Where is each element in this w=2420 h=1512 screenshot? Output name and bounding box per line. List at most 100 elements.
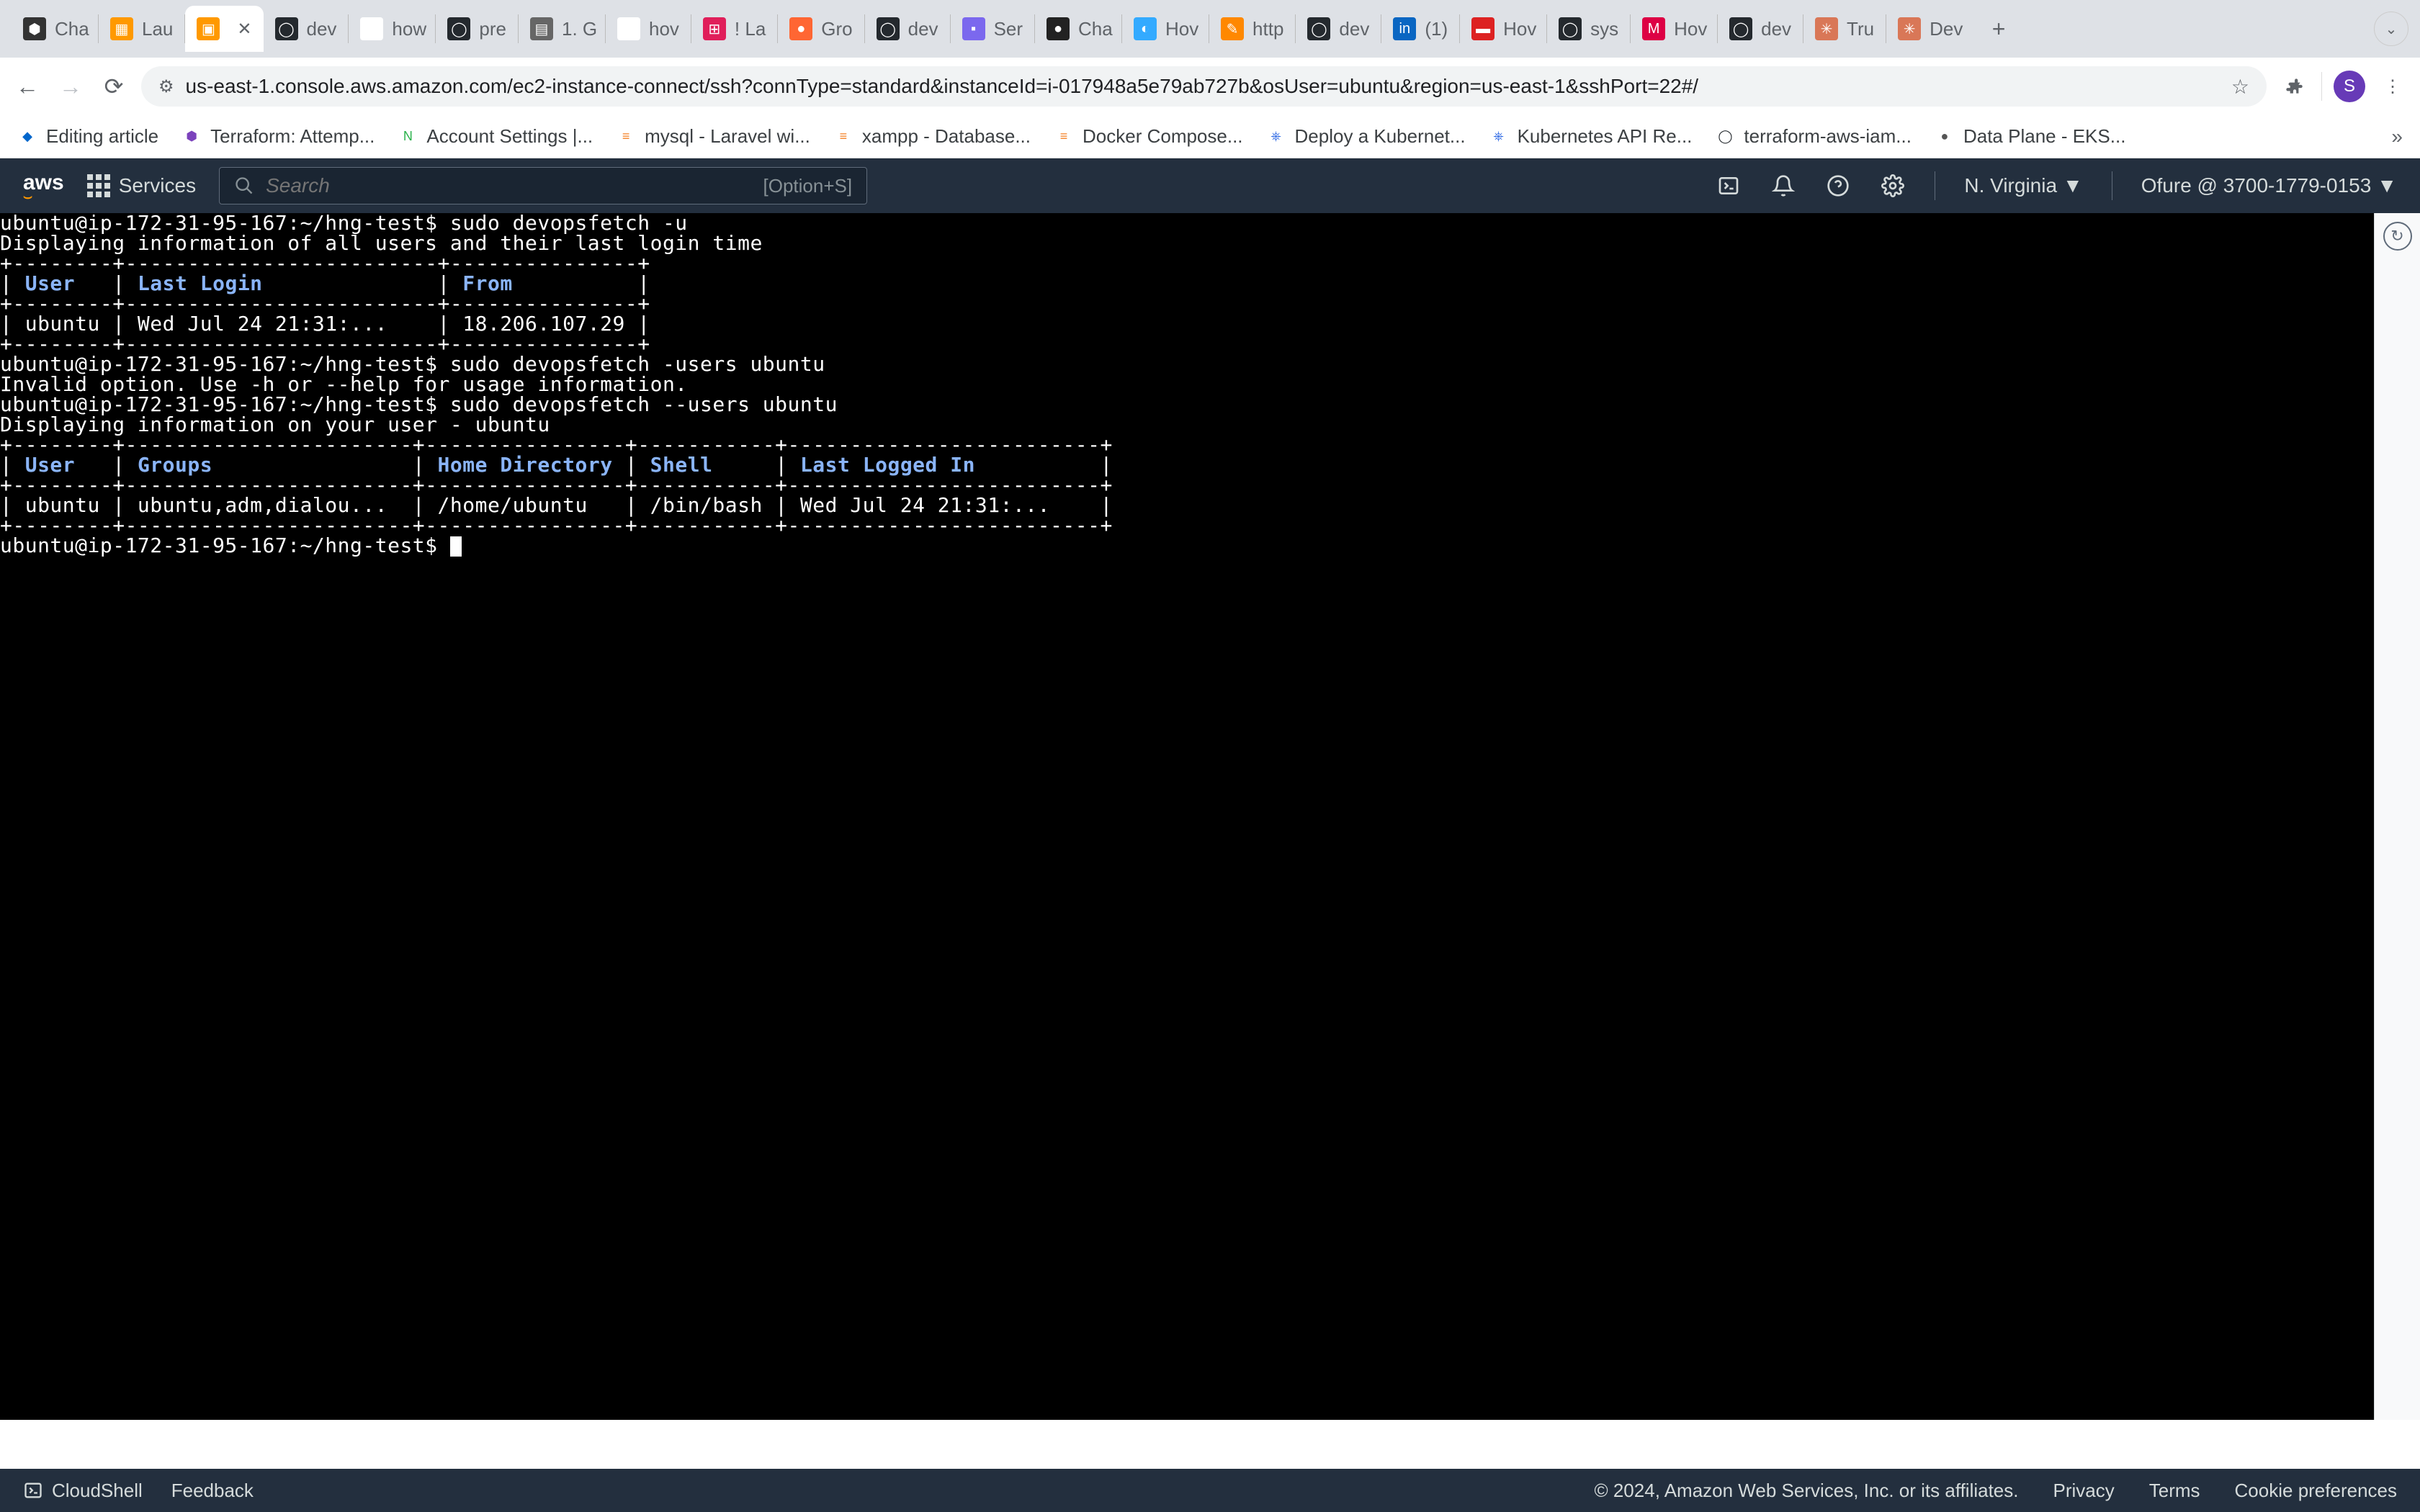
bookmark-item[interactable]: ◆Editing article bbox=[17, 125, 158, 148]
browser-tab[interactable]: ✳Dev bbox=[1886, 6, 1973, 52]
browser-tab[interactable]: ▣✕ bbox=[185, 6, 263, 52]
bookmark-item[interactable]: ≡mysql - Laravel wi... bbox=[616, 125, 810, 148]
bookmark-item[interactable]: N Account Settings |... bbox=[398, 125, 593, 148]
tab-title: hov bbox=[649, 18, 679, 40]
account-selector[interactable]: Ofure @ 3700-1779-0153 ▼ bbox=[2141, 174, 2397, 197]
bookmarks-overflow-icon[interactable]: » bbox=[2391, 125, 2403, 148]
tab-title: ! La bbox=[735, 18, 766, 40]
back-button[interactable]: ← bbox=[12, 71, 43, 102]
settings-icon[interactable] bbox=[1880, 173, 1906, 199]
feedback-link[interactable]: Feedback bbox=[171, 1480, 254, 1502]
bookmark-item[interactable]: ⬢Terraform: Attemp... bbox=[182, 125, 375, 148]
bookmark-item[interactable]: ≡xampp - Database... bbox=[833, 125, 1031, 148]
close-icon[interactable]: ✕ bbox=[237, 19, 251, 40]
bookmark-label: Docker Compose... bbox=[1083, 125, 1243, 148]
bookmark-label: Data Plane - EKS... bbox=[1963, 125, 2125, 148]
forward-button[interactable]: → bbox=[55, 71, 86, 102]
tab-favicon: ◯ bbox=[447, 17, 470, 40]
tab-favicon: ⊞ bbox=[703, 17, 726, 40]
tab-favicon: ▦ bbox=[110, 17, 133, 40]
bookmark-item[interactable]: ●Data Plane - EKS... bbox=[1935, 125, 2125, 148]
tab-favicon: ◯ bbox=[1729, 17, 1752, 40]
terms-link[interactable]: Terms bbox=[2149, 1480, 2200, 1502]
cloudshell-button[interactable]: CloudShell bbox=[23, 1480, 143, 1502]
aws-logo[interactable]: aws ⌣ bbox=[23, 171, 64, 201]
terminal-prompt-line: ubuntu@ip-172-31-95-167:~/hng-test$ bbox=[0, 536, 2374, 557]
tab-favicon: ✳ bbox=[1815, 17, 1838, 40]
help-icon[interactable] bbox=[1825, 173, 1851, 199]
reload-button[interactable]: ⟳ bbox=[98, 71, 130, 102]
new-tab-button[interactable]: + bbox=[1981, 12, 2016, 46]
profile-avatar[interactable]: S bbox=[2334, 71, 2365, 102]
url-text: us-east-1.console.aws.amazon.com/ec2-ins… bbox=[186, 75, 2220, 98]
bookmark-item[interactable]: ≡Docker Compose... bbox=[1054, 125, 1243, 148]
browser-tab[interactable]: ◯dev bbox=[865, 6, 950, 52]
browser-tab[interactable]: ◯ pre bbox=[436, 6, 518, 52]
browser-tab[interactable]: ✳ Tru bbox=[1803, 6, 1886, 52]
tab-favicon: ▪ bbox=[962, 17, 985, 40]
notifications-icon[interactable] bbox=[1770, 173, 1796, 199]
terminal-line: | User | Last Login | From | bbox=[0, 274, 2374, 294]
tab-title: dev bbox=[307, 18, 337, 40]
address-bar: ← → ⟳ ⚙ us-east-1.console.aws.amazon.com… bbox=[0, 58, 2420, 115]
browser-tab[interactable]: ▤1. G bbox=[519, 6, 605, 52]
browser-tab[interactable]: ◯dev bbox=[1718, 6, 1803, 52]
site-info-icon[interactable]: ⚙ bbox=[158, 76, 174, 97]
browser-tab[interactable]: ⊞ ! La bbox=[691, 6, 777, 52]
bookmark-label: xampp - Database... bbox=[862, 125, 1031, 148]
tab-title: pre bbox=[479, 18, 506, 40]
tab-title: Tru bbox=[1847, 18, 1874, 40]
url-input[interactable]: ⚙ us-east-1.console.aws.amazon.com/ec2-i… bbox=[141, 66, 2267, 107]
tab-favicon: ✳ bbox=[1898, 17, 1921, 40]
tab-title: Gro bbox=[821, 18, 852, 40]
services-grid-icon bbox=[87, 174, 110, 197]
tab-favicon: ● bbox=[1047, 17, 1070, 40]
aws-search-box[interactable]: [Option+S] bbox=[219, 167, 867, 204]
terminal-separator-line: +--------+-----------------------+------… bbox=[0, 475, 2374, 495]
bookmark-item[interactable]: ◯terraform-aws-iam... bbox=[1715, 125, 1912, 148]
terminal-prompt-line: ubuntu@ip-172-31-95-167:~/hng-test$ sudo… bbox=[0, 213, 2374, 233]
chrome-menu-icon[interactable]: ⋮ bbox=[2377, 71, 2408, 102]
browser-tab[interactable]: MHov bbox=[1631, 6, 1717, 52]
extensions-icon[interactable] bbox=[2278, 71, 2310, 102]
browser-tab[interactable]: ▦ Lau bbox=[99, 6, 184, 52]
history-icon[interactable]: ↻ bbox=[2383, 222, 2412, 251]
tab-favicon: G bbox=[360, 17, 383, 40]
browser-tab[interactable]: in(1) bbox=[1381, 6, 1459, 52]
bookmark-label: Terraform: Attemp... bbox=[210, 125, 375, 148]
browser-tab[interactable]: Ghov bbox=[606, 6, 691, 52]
browser-tab[interactable]: ●Gro bbox=[778, 6, 864, 52]
browser-tab-strip: ⬢Cha▦Lau▣✕◯devGhow◯pre▤1. GGhov⊞! La●Gro… bbox=[0, 0, 2420, 58]
browser-tab[interactable]: ⬢Cha bbox=[12, 6, 98, 52]
browser-tab[interactable]: ●Cha bbox=[1035, 6, 1121, 52]
terminal-separator-line: +--------+-------------------------+----… bbox=[0, 253, 2374, 274]
bookmark-star-icon[interactable]: ☆ bbox=[2231, 75, 2249, 99]
terminal-separator-line: +--------+-------------------------+----… bbox=[0, 294, 2374, 314]
bookmark-label: Account Settings |... bbox=[426, 125, 593, 148]
browser-tab[interactable]: ◯dev bbox=[1296, 6, 1381, 52]
terminal-output[interactable]: ubuntu@ip-172-31-95-167:~/hng-test$ sudo… bbox=[0, 213, 2374, 1420]
privacy-link[interactable]: Privacy bbox=[2053, 1480, 2115, 1502]
cookie-preferences-link[interactable]: Cookie preferences bbox=[2235, 1480, 2397, 1502]
browser-tab[interactable]: ▪ Ser bbox=[951, 6, 1034, 52]
terminal-cursor bbox=[450, 536, 462, 557]
tab-title: Lau bbox=[142, 18, 173, 40]
region-selector[interactable]: N. Virginia ▼ bbox=[1964, 174, 2082, 197]
aws-search-input[interactable] bbox=[266, 174, 751, 197]
services-menu[interactable]: Services bbox=[87, 174, 196, 197]
bookmark-item[interactable]: ⎈Kubernetes API Re... bbox=[1489, 125, 1693, 148]
tab-title: Ser bbox=[994, 18, 1023, 40]
bookmark-favicon: N bbox=[398, 127, 418, 147]
bookmark-label: mysql - Laravel wi... bbox=[645, 125, 810, 148]
browser-tab[interactable]: ▬Hov bbox=[1460, 6, 1546, 52]
tab-favicon: ▣ bbox=[197, 17, 220, 40]
cloudshell-icon[interactable] bbox=[1716, 173, 1742, 199]
browser-tab[interactable]: Ghow bbox=[349, 6, 435, 52]
tab-list-dropdown[interactable]: ⌄ bbox=[2374, 12, 2408, 46]
browser-tab[interactable]: ✎http bbox=[1209, 6, 1295, 52]
terminal-prompt-line: ubuntu@ip-172-31-95-167:~/hng-test$ sudo… bbox=[0, 395, 2374, 415]
bookmark-item[interactable]: ⎈Deploy a Kubernet... bbox=[1266, 125, 1466, 148]
browser-tab[interactable]: ◐Hov bbox=[1122, 6, 1209, 52]
browser-tab[interactable]: ◯sys bbox=[1547, 6, 1630, 52]
browser-tab[interactable]: ◯dev bbox=[264, 6, 349, 52]
